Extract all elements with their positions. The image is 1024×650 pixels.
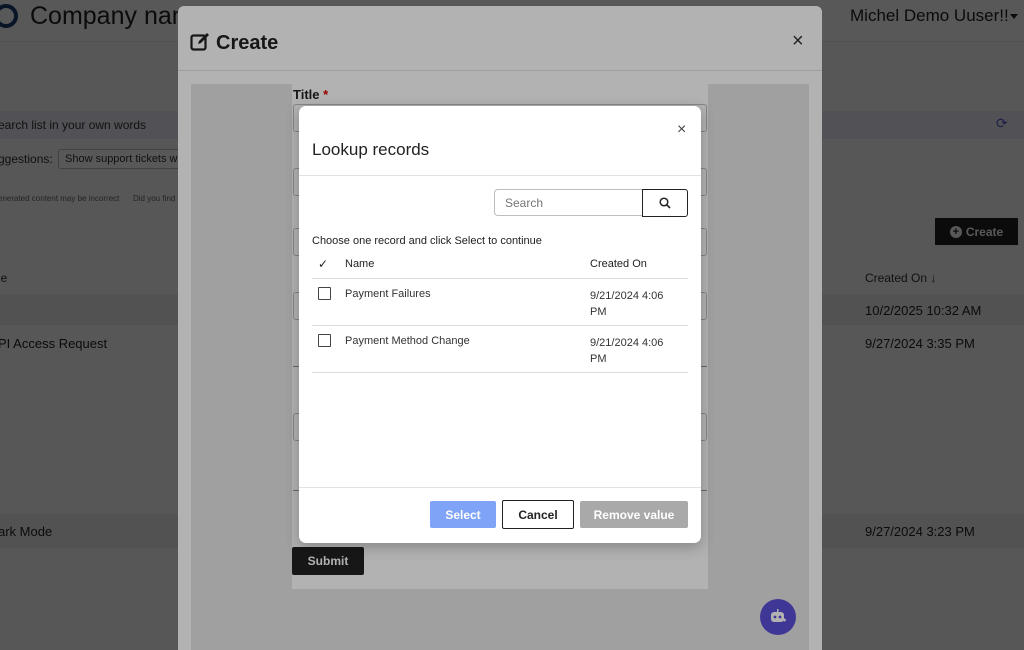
record-created-on: 9/21/2024 4:06 PM — [590, 337, 664, 365]
select-button[interactable]: Select — [430, 501, 496, 528]
divider — [299, 175, 701, 176]
record-checkbox[interactable] — [318, 287, 331, 300]
cancel-button[interactable]: Cancel — [502, 500, 574, 529]
lookup-records-dialog: Lookup records × Choose one record and c… — [299, 106, 701, 543]
record-checkbox[interactable] — [318, 334, 331, 347]
search-icon — [659, 197, 671, 209]
checkmark-icon[interactable]: ✓ — [318, 257, 328, 271]
column-header-name[interactable]: Name — [345, 258, 374, 270]
column-header-created-on[interactable]: Created On — [590, 258, 647, 270]
record-created-on: 9/21/2024 4:06 PM — [590, 290, 664, 318]
record-name: Payment Failures — [345, 288, 431, 300]
record-name: Payment Method Change — [345, 335, 470, 347]
lookup-search-input[interactable] — [494, 189, 643, 216]
close-icon[interactable]: × — [677, 121, 686, 139]
divider — [299, 487, 701, 488]
lookup-record-row[interactable]: Payment Method Change 9/21/2024 4:06 PM — [312, 326, 688, 373]
lookup-record-row[interactable]: Payment Failures 9/21/2024 4:06 PM — [312, 279, 688, 326]
lookup-table-header: ✓ Name Created On — [312, 251, 688, 279]
lookup-dialog-title: Lookup records — [312, 140, 430, 159]
remove-value-button[interactable]: Remove value — [580, 501, 688, 528]
lookup-instruction: Choose one record and click Select to co… — [312, 235, 542, 247]
lookup-search-button[interactable] — [642, 189, 688, 217]
